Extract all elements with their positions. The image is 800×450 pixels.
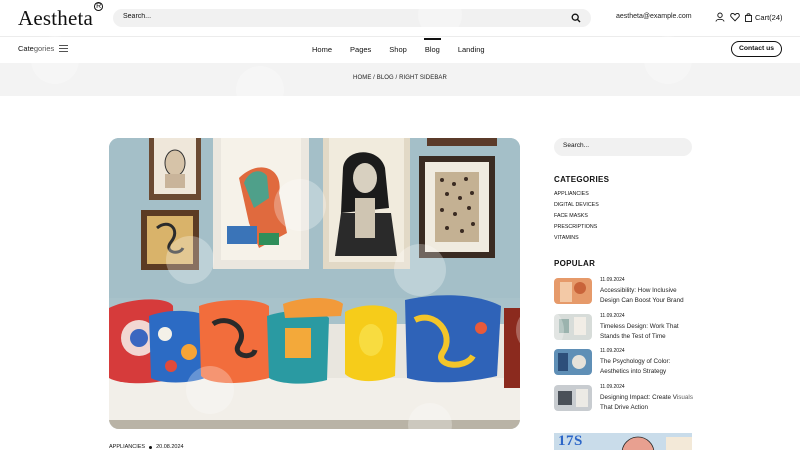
thumbnail-image	[554, 349, 592, 375]
categories-menu-button[interactable]: Categories	[18, 44, 69, 53]
thumbnail-image	[554, 385, 592, 411]
post-title[interactable]: Accessibility: How Inclusive Design Can …	[600, 286, 696, 306]
post-date: 11.09.2024	[600, 384, 625, 390]
category-link[interactable]: Vitamins	[554, 235, 599, 246]
category-link[interactable]: Face masks	[554, 213, 599, 224]
cart-label: Cart(24)	[755, 12, 783, 22]
cart-button[interactable]: Cart(24)	[745, 11, 783, 23]
post-meta: APPLIANCIES 20.08.2024	[109, 444, 184, 450]
categories-list: Appliancies Digital devices Face masks P…	[554, 191, 599, 246]
heart-icon[interactable]	[730, 12, 740, 22]
featured-image[interactable]	[109, 138, 520, 429]
main-nav: Home Pages Shop Blog Landing	[303, 38, 494, 62]
logo[interactable]: Aestheta R	[18, 2, 104, 31]
popular-heading: POPULAR	[554, 259, 596, 268]
sidebar-banner[interactable]: 17S	[554, 433, 692, 450]
post-thumbnail[interactable]	[554, 385, 592, 411]
user-icon[interactable]	[715, 12, 725, 22]
sidebar-search[interactable]	[554, 138, 692, 156]
living-room-illustration	[109, 138, 520, 429]
popular-post[interactable]: 11.09.2024 Timeless Design: Work That St…	[554, 313, 696, 342]
logo-text: Aestheta	[18, 6, 94, 30]
nav-item-home[interactable]: Home	[303, 38, 341, 62]
thumbnail-image	[554, 314, 592, 340]
post-title[interactable]: The Psychology of Color: Aesthetics into…	[600, 357, 696, 377]
popular-post[interactable]: 11.09.2024 Accessibility: How Inclusive …	[554, 277, 696, 306]
shopping-bag-icon	[745, 12, 752, 22]
meta-dot	[149, 445, 153, 449]
category-link[interactable]: Digital devices	[554, 202, 599, 213]
popular-post[interactable]: 11.09.2024 The Psychology of Color: Aest…	[554, 348, 696, 377]
search-icon[interactable]	[571, 13, 581, 23]
nav-item-pages[interactable]: Pages	[341, 38, 380, 62]
hamburger-icon	[59, 45, 69, 52]
post-thumbnail[interactable]	[554, 349, 592, 375]
post-date: 11.09.2024	[600, 313, 625, 319]
post-date: 11.09.2024	[600, 348, 625, 354]
contact-email[interactable]: aestheta@example.com	[616, 13, 692, 20]
nav-item-shop[interactable]: Shop	[380, 38, 416, 62]
category-link[interactable]: Appliancies	[554, 191, 599, 202]
page-title-band: HOME / BLOG / RIGHT SIDEBAR	[0, 63, 800, 96]
post-date: 11.09.2024	[600, 277, 625, 283]
registered-mark: R	[94, 2, 104, 11]
banner-artwork	[621, 436, 692, 450]
nav-item-landing[interactable]: Landing	[449, 38, 494, 62]
breadcrumb[interactable]: HOME / BLOG / RIGHT SIDEBAR	[0, 75, 800, 81]
post-title[interactable]: Designing Impact: Create Visuals That Dr…	[600, 393, 696, 413]
top-bar: AesthetaR aestheta@example.com Cart(24)	[0, 0, 800, 36]
contact-us-button[interactable]: Contact us	[731, 41, 782, 57]
header-divider	[0, 36, 800, 37]
categories-heading: CATEGORIES	[554, 175, 610, 184]
header-search-input[interactable]	[123, 13, 543, 20]
post-title[interactable]: Timeless Design: Work That Stands the Te…	[600, 322, 696, 342]
category-link[interactable]: Prescriptions	[554, 224, 599, 235]
post-category[interactable]: APPLIANCIES	[109, 444, 145, 450]
popular-post[interactable]: 11.09.2024 Designing Impact: Create Visu…	[554, 384, 696, 413]
post-thumbnail[interactable]	[554, 314, 592, 340]
thumbnail-image	[554, 278, 592, 304]
post-thumbnail[interactable]	[554, 278, 592, 304]
nav-item-blog[interactable]: Blog	[416, 38, 449, 62]
post-date: 20.08.2024	[156, 444, 184, 450]
sidebar-search-input[interactable]	[563, 142, 683, 149]
categories-label: Categories	[18, 44, 55, 53]
header-search[interactable]	[113, 9, 591, 27]
